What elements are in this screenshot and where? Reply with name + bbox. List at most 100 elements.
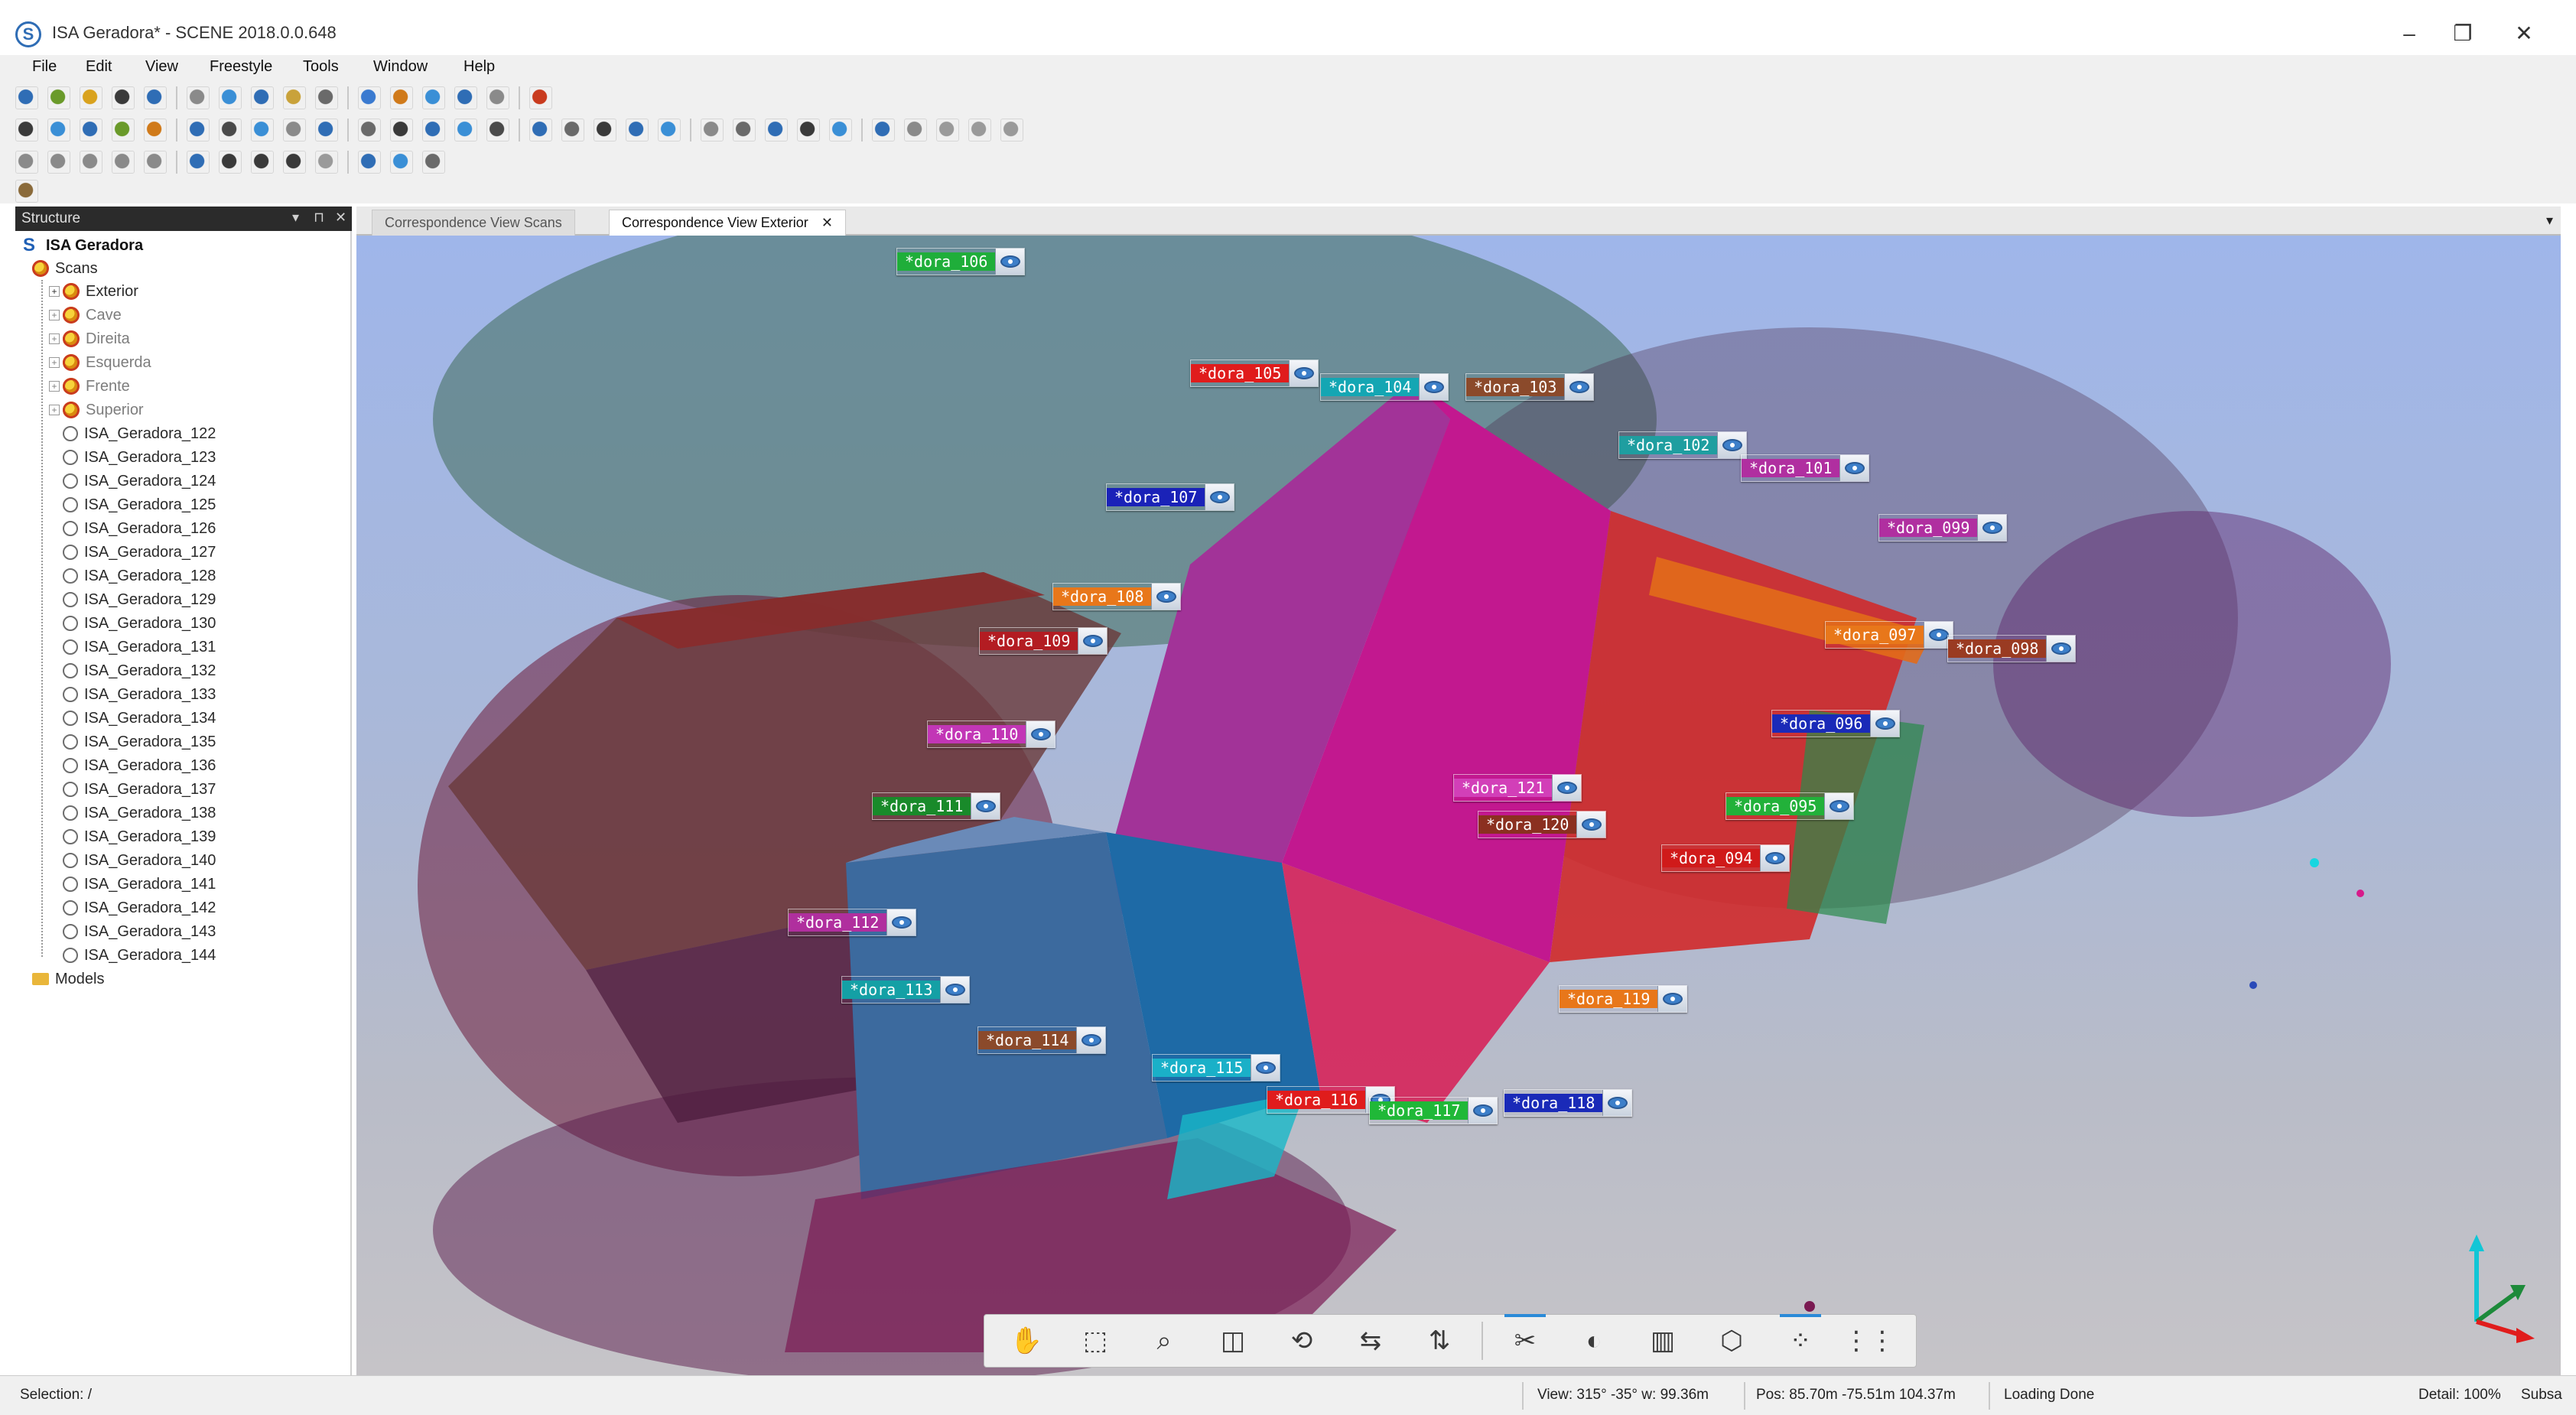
toolbar-tool-icon[interactable]	[390, 151, 413, 174]
toolbar-tool-icon[interactable]	[251, 151, 274, 174]
menu-help[interactable]: Help	[463, 58, 495, 76]
scan-tag[interactable]: *dora_107	[1106, 483, 1235, 511]
scan-tag[interactable]: *dora_099	[1878, 514, 2008, 542]
eye-icon[interactable]	[1205, 484, 1234, 510]
scan-tag[interactable]: *dora_094	[1661, 844, 1791, 872]
tree-scan-item[interactable]: ISA_Geradora_131	[63, 636, 216, 659]
view-cube-button[interactable]: ◫	[1206, 1320, 1260, 1361]
eye-icon[interactable]	[1977, 515, 2007, 541]
toolbar-tool-icon[interactable]	[765, 119, 788, 142]
scan-tag[interactable]: *dora_117	[1369, 1097, 1498, 1124]
eye-icon[interactable]	[1552, 775, 1582, 801]
tree-scan-item[interactable]: ISA_Geradora_123	[63, 446, 216, 469]
eye-icon[interactable]	[1839, 455, 1869, 481]
toolbar-tool-icon[interactable]	[112, 86, 135, 109]
menu-freestyle[interactable]: Freestyle	[210, 58, 272, 76]
tree-scan-item[interactable]: ISA_Geradora_126	[63, 517, 216, 540]
menu-view[interactable]: View	[145, 58, 178, 76]
eye-icon[interactable]	[971, 793, 1000, 819]
toolbar-tool-icon[interactable]	[358, 151, 381, 174]
eye-icon[interactable]	[1076, 1027, 1106, 1053]
flip-view-button[interactable]: ⇆	[1344, 1320, 1397, 1361]
menu-tools[interactable]: Tools	[303, 58, 339, 76]
tree-scans[interactable]: Scans	[32, 257, 98, 280]
scan-tag[interactable]: *dora_118	[1504, 1089, 1633, 1117]
hand-navigation-button[interactable]: ✋	[1000, 1320, 1053, 1361]
eye-icon[interactable]	[1026, 721, 1055, 747]
rotate-button[interactable]: ⟲	[1275, 1320, 1329, 1361]
toolbar-tool-icon[interactable]	[658, 119, 681, 142]
scan-tag[interactable]: *dora_103	[1465, 373, 1595, 401]
eye-icon[interactable]	[1870, 711, 1900, 737]
tree-scan-item[interactable]: ISA_Geradora_122	[63, 422, 216, 445]
toolbar-tool-icon[interactable]	[315, 119, 338, 142]
scan-tag[interactable]: *dora_101	[1741, 454, 1870, 482]
tree-scan-item[interactable]: ISA_Geradora_139	[63, 825, 216, 848]
toolbar-tool-icon[interactable]	[486, 119, 509, 142]
toolbar-tool-icon[interactable]	[15, 119, 38, 142]
tree-root[interactable]: S ISA Geradora	[23, 234, 143, 257]
restore-button[interactable]: ❐	[2440, 17, 2486, 50]
menu-edit[interactable]: Edit	[86, 58, 112, 76]
eye-icon[interactable]	[2046, 636, 2076, 662]
close-window-button[interactable]: ✕	[2501, 17, 2547, 50]
tree-cluster-esquerda[interactable]: + Esquerda	[49, 351, 151, 374]
tree-cluster-exterior[interactable]: + Exterior	[49, 280, 138, 303]
toolbar-tool-icon[interactable]	[187, 119, 210, 142]
scan-tag[interactable]: *dora_120	[1478, 811, 1607, 838]
tree-cluster-superior[interactable]: + Superior	[49, 398, 144, 421]
tree-scan-item[interactable]: ISA_Geradora_141	[63, 873, 216, 896]
toolbar-tool-icon[interactable]	[251, 86, 274, 109]
tree-models[interactable]: Models	[32, 968, 104, 990]
toolbar-tool-icon[interactable]	[47, 86, 70, 109]
scan-tag[interactable]: *dora_115	[1152, 1054, 1281, 1082]
toolbar-tool-icon[interactable]	[1000, 119, 1023, 142]
expand-toggle-icon[interactable]: +	[49, 286, 60, 297]
tree-scan-item[interactable]: ISA_Geradora_133	[63, 683, 216, 706]
toolbar-tool-icon[interactable]	[80, 86, 102, 109]
toolbar-tool-icon[interactable]	[283, 86, 306, 109]
tree-scan-item[interactable]: ISA_Geradora_128	[63, 564, 216, 587]
toolbar-tool-icon[interactable]	[486, 86, 509, 109]
eye-icon[interactable]	[886, 909, 916, 935]
more-options-button[interactable]: ⋮⋮	[1843, 1320, 1896, 1361]
toolbar-tool-icon[interactable]	[315, 151, 338, 174]
tree-scan-item[interactable]: ISA_Geradora_135	[63, 730, 216, 753]
toolbar-tool-icon[interactable]	[797, 119, 820, 142]
scan-tag[interactable]: *dora_108	[1052, 583, 1182, 610]
expand-toggle-icon[interactable]: +	[49, 357, 60, 368]
menu-window[interactable]: Window	[373, 58, 428, 76]
tree-scan-item[interactable]: ISA_Geradora_137	[63, 778, 216, 801]
menu-file[interactable]: File	[32, 58, 57, 76]
scan-tag[interactable]: *dora_104	[1320, 373, 1449, 401]
tree-scan-item[interactable]: ISA_Geradora_144	[63, 944, 216, 967]
box-view-button[interactable]: ⬡	[1705, 1320, 1758, 1361]
scan-tag[interactable]: *dora_109	[979, 627, 1108, 655]
scan-tag[interactable]: *dora_106	[896, 248, 1026, 275]
toolbar-tool-icon[interactable]	[15, 151, 38, 174]
toolbar-tool-icon[interactable]	[219, 119, 242, 142]
tree-scan-item[interactable]: ISA_Geradora_134	[63, 707, 216, 730]
tree-cluster-cave[interactable]: + Cave	[49, 304, 122, 327]
toolbar-tool-icon[interactable]	[529, 119, 552, 142]
tree-scan-item[interactable]: ISA_Geradora_138	[63, 802, 216, 825]
toolbar-tool-icon[interactable]	[219, 86, 242, 109]
scan-tag[interactable]: *dora_098	[1947, 635, 2077, 662]
toolbar-tool-icon[interactable]	[422, 151, 445, 174]
toolbar-tool-icon[interactable]	[390, 119, 413, 142]
toolbar-tool-icon[interactable]	[47, 151, 70, 174]
scan-tag[interactable]: *dora_119	[1559, 985, 1688, 1013]
eye-icon[interactable]	[1657, 986, 1687, 1012]
eye-icon[interactable]	[1078, 628, 1107, 654]
tree-scan-item[interactable]: ISA_Geradora_140	[63, 849, 216, 872]
3d-viewport[interactable]: *dora_106 *dora_105 *dora_104 *dora_103 …	[356, 236, 2561, 1375]
tree-scan-item[interactable]: ISA_Geradora_132	[63, 659, 216, 682]
scan-points-button[interactable]: ⁘	[1774, 1314, 1827, 1361]
clipping-box-button[interactable]: ✂	[1498, 1314, 1552, 1361]
eye-icon[interactable]	[1760, 845, 1790, 871]
eye-icon[interactable]	[1151, 584, 1181, 610]
toolbar-tool-icon[interactable]	[80, 151, 102, 174]
eye-icon[interactable]	[1602, 1090, 1632, 1116]
panel-dropdown-icon[interactable]: ▾	[292, 210, 299, 226]
tree-scan-item[interactable]: ISA_Geradora_124	[63, 470, 216, 493]
